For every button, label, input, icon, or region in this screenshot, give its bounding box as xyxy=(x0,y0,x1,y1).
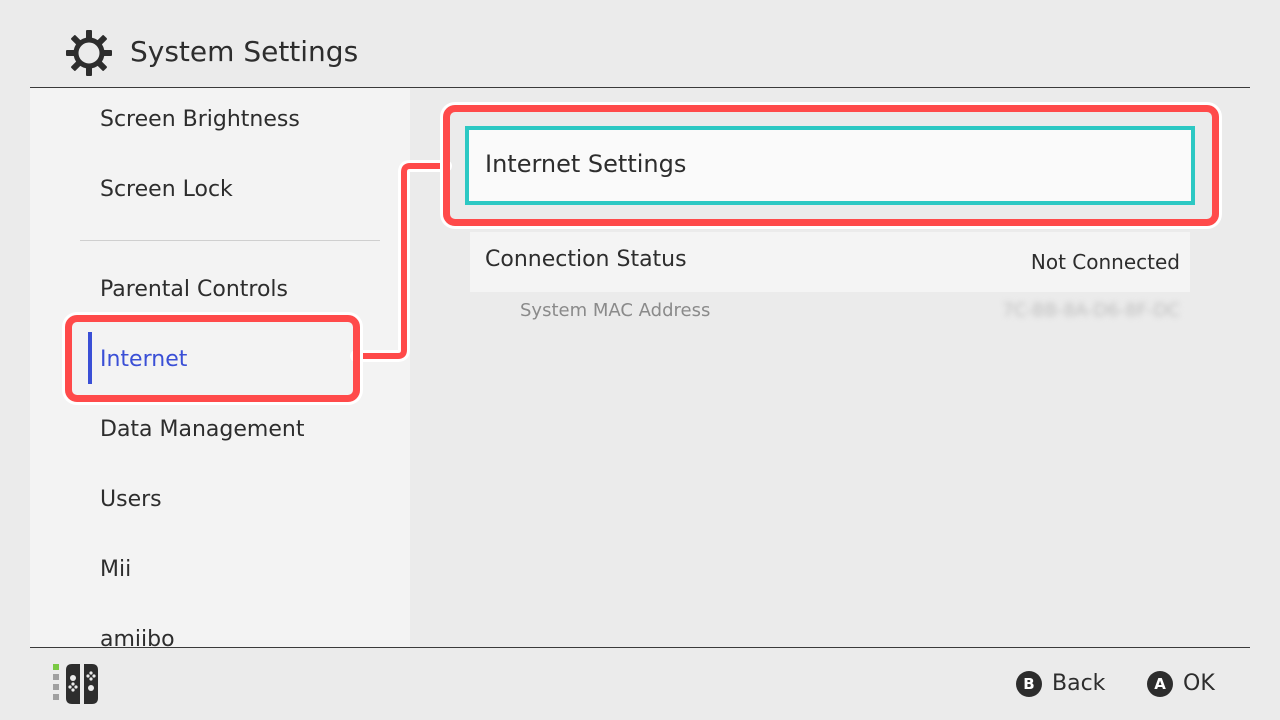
footer: B Back A OK xyxy=(0,648,1280,720)
ok-hint[interactable]: A OK xyxy=(1147,668,1215,700)
b-button-icon: B xyxy=(1016,671,1042,697)
joy-con-icon xyxy=(53,664,98,704)
a-button-icon: A xyxy=(1147,671,1173,697)
ok-label: OK xyxy=(1183,671,1215,696)
back-hint[interactable]: B Back xyxy=(1016,668,1105,700)
highlight-box-internet xyxy=(65,315,360,402)
highlight-box-internet-settings xyxy=(443,105,1219,226)
back-label: Back xyxy=(1052,671,1106,696)
